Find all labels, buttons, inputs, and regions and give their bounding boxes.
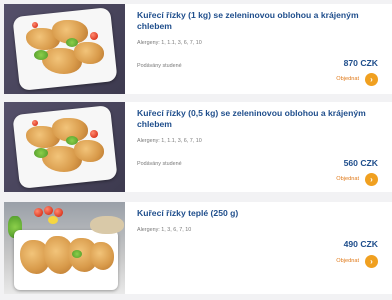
product-card: Kuřecí řízky teplé (250 g) Alergeny: 1, … (4, 202, 392, 294)
lettuce-leaf (66, 136, 78, 145)
order-arrow-icon[interactable]: › (365, 173, 378, 186)
product-info: Kuřecí řízky (1 kg) se zeleninovou obloh… (125, 4, 392, 94)
yellow-tomato (48, 216, 58, 224)
product-allergens: Alergeny: 1, 3, 6, 7, 10 (137, 227, 192, 233)
tomato-slice (90, 32, 98, 40)
product-allergens: Alergeny: 1, 1.1, 3, 6, 7, 10 (137, 138, 202, 144)
product-info: Kuřecí řízky teplé (250 g) Alergeny: 1, … (125, 202, 392, 294)
schnitzel-piece (74, 140, 104, 162)
bread-roll (90, 216, 124, 234)
product-card: Kuřecí řízky (0,5 kg) se zeleninovou obl… (4, 102, 392, 192)
lettuce-leaf (34, 50, 48, 60)
product-allergens: Alergeny: 1, 1.1, 3, 6, 7, 10 (137, 40, 202, 46)
product-info: Kuřecí řízky (0,5 kg) se zeleninovou obl… (125, 102, 392, 192)
product-title[interactable]: Kuřecí řízky teplé (250 g) (137, 208, 384, 219)
schnitzel-piece (74, 42, 104, 64)
product-price: 870 CZK (343, 58, 378, 68)
product-image[interactable] (4, 102, 125, 192)
tomato-slice (32, 22, 38, 28)
order-link[interactable]: Objednat (336, 258, 359, 264)
lettuce-leaf (66, 38, 78, 47)
schnitzel-piece (90, 242, 114, 270)
tomato-slice (34, 208, 43, 217)
tomato-slice (90, 130, 98, 138)
product-image[interactable] (4, 202, 125, 294)
lettuce-leaf (34, 148, 48, 158)
product-card: Kuřecí řízky (1 kg) se zeleninovou obloh… (4, 4, 392, 94)
herb-garnish (72, 250, 82, 258)
product-title[interactable]: Kuřecí řízky (0,5 kg) se zeleninovou obl… (137, 108, 384, 130)
order-link[interactable]: Objednat (336, 76, 359, 82)
product-image[interactable] (4, 4, 125, 94)
tomato-slice (32, 120, 38, 126)
order-link[interactable]: Objednat (336, 176, 359, 182)
product-title[interactable]: Kuřecí řízky (1 kg) se zeleninovou obloh… (137, 10, 384, 32)
product-price: 560 CZK (343, 158, 378, 168)
order-arrow-icon[interactable]: › (365, 73, 378, 86)
order-arrow-icon[interactable]: › (365, 255, 378, 268)
tomato-slice (44, 206, 53, 215)
product-price: 490 CZK (343, 239, 378, 249)
